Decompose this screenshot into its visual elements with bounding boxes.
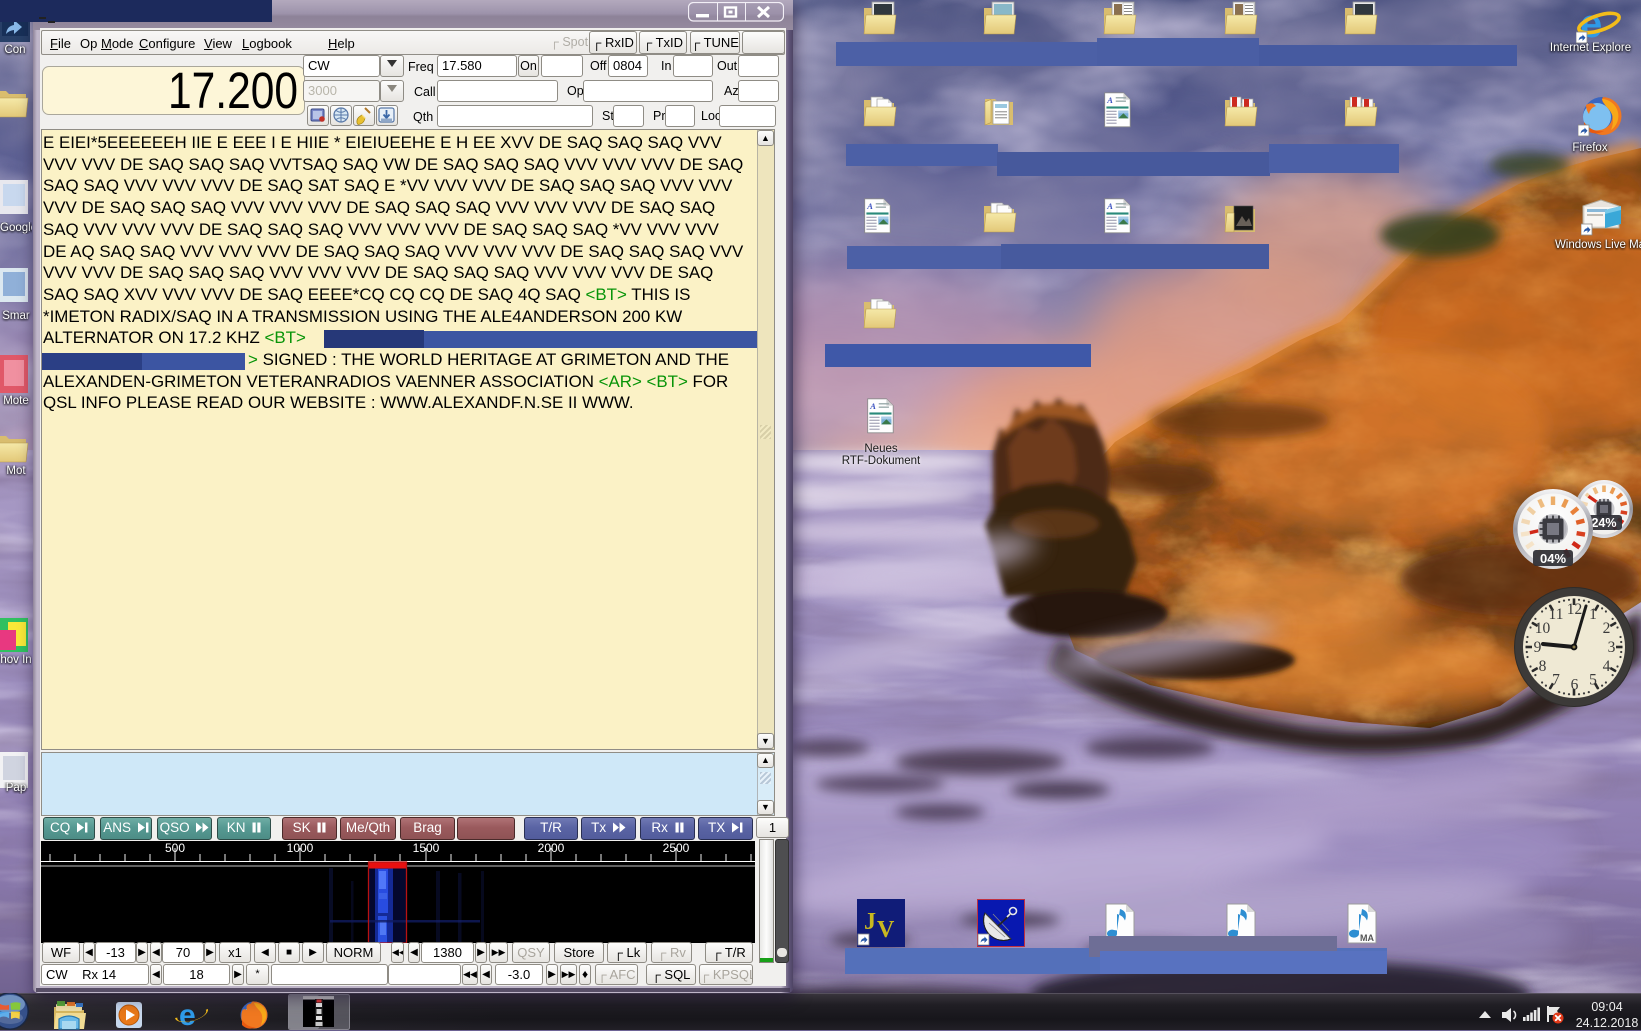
- svg-text:e: e: [179, 999, 196, 1030]
- svg-text:5: 5: [1589, 672, 1597, 689]
- svg-text:3: 3: [1608, 639, 1616, 656]
- svg-text:8: 8: [1539, 658, 1547, 675]
- svg-text:V: V: [877, 917, 895, 943]
- svg-text:12: 12: [1567, 601, 1583, 618]
- svg-text:1: 1: [1589, 606, 1597, 623]
- svg-text:11: 11: [1549, 606, 1564, 623]
- svg-text:MA: MA: [1360, 933, 1374, 943]
- svg-text:04%: 04%: [1540, 551, 1566, 566]
- svg-text:09:04: 09:04: [1591, 1000, 1622, 1014]
- svg-text:9: 9: [1534, 639, 1542, 656]
- svg-text:24%: 24%: [1591, 516, 1616, 530]
- svg-text:6: 6: [1571, 677, 1579, 694]
- svg-text:2: 2: [1603, 620, 1611, 637]
- svg-text:7: 7: [1552, 672, 1560, 689]
- svg-text:24.12.2018: 24.12.2018: [1576, 1016, 1639, 1030]
- svg-text:4: 4: [1603, 658, 1611, 675]
- svg-text:J: J: [864, 909, 876, 935]
